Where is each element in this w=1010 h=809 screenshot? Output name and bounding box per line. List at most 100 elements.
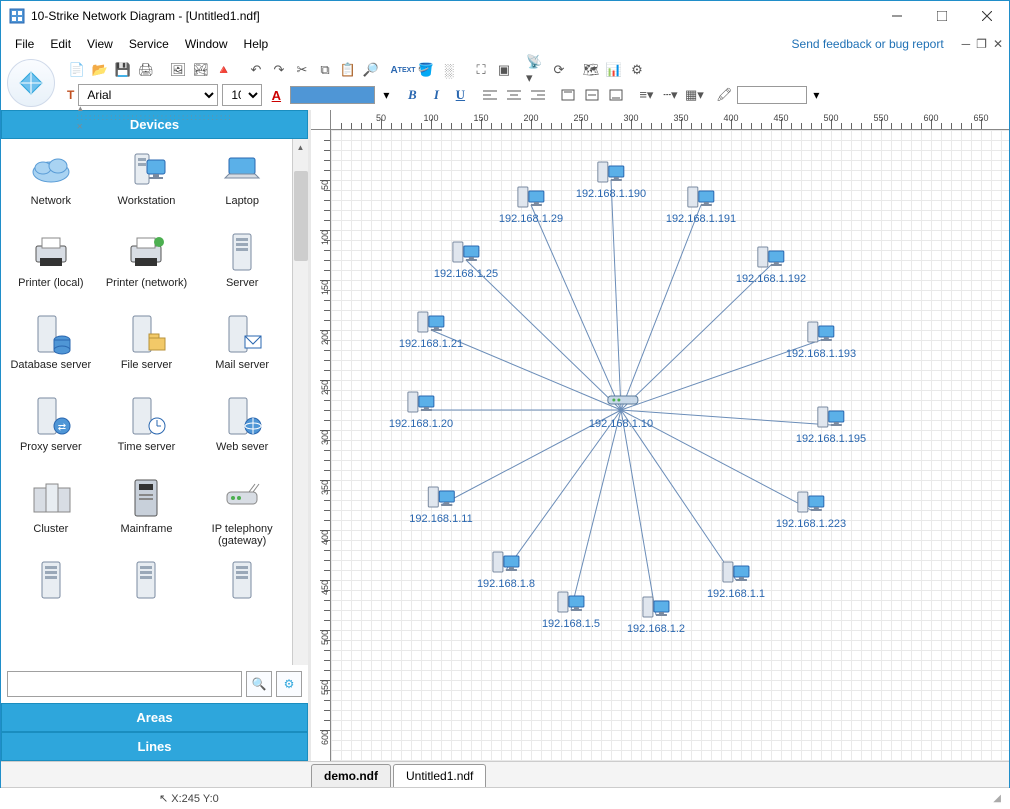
- feedback-link[interactable]: Send feedback or bug report: [792, 37, 954, 51]
- menu-edit[interactable]: Edit: [42, 34, 79, 54]
- diagram-node[interactable]: 192.168.1.29: [499, 185, 563, 225]
- bold-icon[interactable]: B: [401, 84, 423, 106]
- align-right-icon[interactable]: [527, 84, 549, 106]
- find-icon[interactable]: 🔎: [361, 60, 381, 80]
- menu-window[interactable]: Window: [177, 34, 236, 54]
- font-name-select[interactable]: Arial: [78, 84, 218, 106]
- doc-tab-untitled[interactable]: Untitled1.ndf: [393, 764, 486, 787]
- highlight-dropdown-icon[interactable]: ▾: [809, 88, 823, 102]
- device-item-server[interactable]: Server: [196, 227, 288, 305]
- device-item-cloud[interactable]: Network: [5, 145, 97, 223]
- splitter-handle-icon[interactable]: ▲ ::::::::::::::::::::::::::::::::::::: …: [76, 104, 232, 131]
- resize-grip-icon[interactable]: ◢: [993, 793, 1001, 804]
- device-item-partial[interactable]: [5, 555, 97, 605]
- diagram-node[interactable]: 192.168.1.192: [736, 245, 806, 285]
- device-item-printer-net[interactable]: Printer (network): [101, 227, 193, 305]
- search-settings-button[interactable]: ⚙: [276, 671, 302, 697]
- diagram-node[interactable]: 192.168.1.20: [389, 390, 453, 430]
- copy-icon[interactable]: ⧉: [315, 60, 335, 80]
- device-item-partial[interactable]: [196, 555, 288, 605]
- device-item-proxyserver[interactable]: ⇄Proxy server: [5, 391, 97, 469]
- chart-icon[interactable]: 📊: [604, 60, 624, 80]
- device-item-workstation[interactable]: Workstation: [101, 145, 193, 223]
- diagram-node[interactable]: 192.168.1.10: [589, 390, 653, 430]
- device-item-dbserver[interactable]: Database server: [5, 309, 97, 387]
- cut-icon[interactable]: ✂: [292, 60, 312, 80]
- select-tool-icon[interactable]: ░: [439, 60, 459, 80]
- fill-tool-icon[interactable]: 🪣: [416, 60, 436, 80]
- highlight-icon[interactable]: 🖍: [713, 84, 735, 106]
- font-color-icon[interactable]: A: [266, 85, 286, 105]
- mdi-restore-icon[interactable]: ❐: [976, 37, 987, 51]
- device-item-fileserver[interactable]: File server: [101, 309, 193, 387]
- valign-middle-icon[interactable]: [581, 84, 603, 106]
- diagram-canvas[interactable]: 192.168.1.190192.168.1.29192.168.1.19119…: [331, 130, 1009, 761]
- doc-tab-demo[interactable]: demo.ndf: [311, 764, 391, 787]
- open-file-icon[interactable]: 📂: [90, 60, 110, 80]
- search-button[interactable]: 🔍: [246, 671, 272, 697]
- device-scrollbar[interactable]: ▲: [292, 139, 308, 665]
- monitor-icon[interactable]: ⟳: [549, 60, 569, 80]
- device-item-iptel[interactable]: IP telephony (gateway): [196, 473, 288, 551]
- diagram-node[interactable]: 192.168.1.11: [409, 485, 472, 525]
- diagram-node[interactable]: 192.168.1.25: [434, 240, 498, 280]
- diagram-node[interactable]: 192.168.1.223: [776, 490, 846, 530]
- fill-color-dropdown-icon[interactable]: ▾: [379, 88, 393, 102]
- image-icon[interactable]: 🏞: [191, 60, 211, 80]
- menu-file[interactable]: File: [7, 34, 42, 54]
- line-dash-icon[interactable]: ┄▾: [659, 84, 681, 106]
- print-icon[interactable]: 🖨: [136, 60, 156, 80]
- underline-icon[interactable]: U: [449, 84, 471, 106]
- diagram-node[interactable]: 192.168.1.190: [576, 160, 646, 200]
- diagram-node[interactable]: 192.168.1.195: [796, 405, 866, 445]
- device-item-printer[interactable]: Printer (local): [5, 227, 97, 305]
- pattern-icon[interactable]: ▦▾: [683, 84, 705, 106]
- new-file-icon[interactable]: 📄: [67, 60, 87, 80]
- mdi-close-icon[interactable]: ✕: [993, 37, 1003, 51]
- device-search-input[interactable]: [7, 671, 242, 697]
- menu-help[interactable]: Help: [236, 34, 277, 54]
- close-button[interactable]: [964, 1, 1009, 31]
- export-image-icon[interactable]: 🖼: [168, 60, 188, 80]
- device-item-mailserver[interactable]: Mail server: [196, 309, 288, 387]
- device-item-mainframe[interactable]: Mainframe: [101, 473, 193, 551]
- redo-icon[interactable]: ↷: [269, 60, 289, 80]
- italic-icon[interactable]: I: [425, 84, 447, 106]
- canvas-area[interactable]: 50100150200250300350400450500550600650 5…: [311, 110, 1009, 761]
- lines-panel-header[interactable]: Lines: [1, 732, 308, 761]
- line-style-icon[interactable]: ≡▾: [635, 84, 657, 106]
- settings-icon[interactable]: ⚙: [627, 60, 647, 80]
- diagram-node[interactable]: 192.168.1.5: [542, 590, 600, 630]
- shapes-icon[interactable]: 🔺: [214, 60, 234, 80]
- align-left-icon[interactable]: [479, 84, 501, 106]
- device-item-partial[interactable]: [101, 555, 193, 605]
- device-item-webserver[interactable]: Web sever: [196, 391, 288, 469]
- maximize-button[interactable]: [919, 1, 964, 31]
- minimize-button[interactable]: [874, 1, 919, 31]
- menu-view[interactable]: View: [79, 34, 121, 54]
- diagram-node[interactable]: 192.168.1.21: [399, 310, 463, 350]
- device-item-cluster[interactable]: Cluster: [5, 473, 97, 551]
- map-icon[interactable]: 🗺: [581, 60, 601, 80]
- text-tool-icon[interactable]: ATEXT: [393, 60, 413, 80]
- align-center-icon[interactable]: [503, 84, 525, 106]
- diagram-node[interactable]: 192.168.1.193: [786, 320, 856, 360]
- undo-icon[interactable]: ↶: [246, 60, 266, 80]
- menu-service[interactable]: Service: [121, 34, 177, 54]
- save-file-icon[interactable]: 💾: [113, 60, 133, 80]
- diagram-node[interactable]: 192.168.1.191: [666, 185, 736, 225]
- paste-icon[interactable]: 📋: [338, 60, 358, 80]
- font-size-select[interactable]: 10: [222, 84, 262, 106]
- zoom-actual-icon[interactable]: ▣: [494, 60, 514, 80]
- highlight-swatch[interactable]: [737, 86, 807, 104]
- fill-color-swatch[interactable]: [290, 86, 375, 104]
- scan-icon[interactable]: 📡▾: [526, 60, 546, 80]
- diagram-node[interactable]: 192.168.1.2: [627, 595, 685, 635]
- mdi-minimize-icon[interactable]: ─: [962, 37, 971, 51]
- areas-panel-header[interactable]: Areas: [1, 703, 308, 732]
- valign-bottom-icon[interactable]: [605, 84, 627, 106]
- zoom-fit-icon[interactable]: ⛶: [471, 60, 491, 80]
- valign-top-icon[interactable]: [557, 84, 579, 106]
- diagram-node[interactable]: 192.168.1.1: [707, 560, 765, 600]
- device-item-laptop[interactable]: Laptop: [196, 145, 288, 223]
